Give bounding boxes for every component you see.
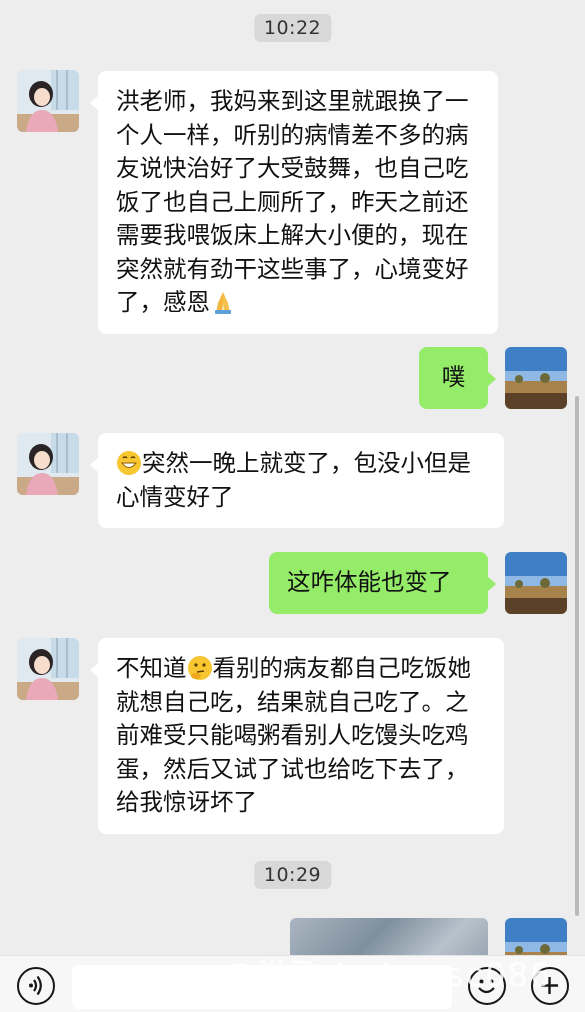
my-avatar-image: [505, 552, 567, 614]
contact-avatar-image: [17, 638, 79, 700]
grinning-face-emoji: [116, 450, 142, 476]
my-avatar[interactable]: [505, 347, 567, 409]
message-text: 洪老师，我妈来到这里就跟换了一个人一样，听别的病情差不多的病友说快治好了大受鼓舞…: [116, 87, 469, 316]
message-text: 噗: [441, 363, 466, 391]
voice-icon[interactable]: [17, 967, 55, 1005]
message-bubble[interactable]: 突然一晚上就变了，包没小但是心情变好了: [90, 433, 504, 528]
contact-avatar[interactable]: [17, 70, 79, 132]
scrollbar[interactable]: [575, 396, 579, 916]
timestamp: 10:29: [253, 861, 332, 889]
contact-avatar-image: [17, 433, 79, 495]
message-text: 突然一晚上就变了，包没小但是心情变好了: [116, 449, 471, 511]
chat-area[interactable]: 10:22 洪老师，我妈来到这里就跟换了一个人一样，听别的病情差不多的病友说快治…: [0, 0, 585, 955]
my-avatar[interactable]: [505, 552, 567, 614]
contact-avatar[interactable]: [17, 433, 79, 495]
message-bubble[interactable]: 噗: [419, 347, 496, 409]
message-bubble[interactable]: 不知道 看别的病友都自己吃饭她就想自己吃，结果就自己吃了。之前难受只能喝粥看别人吃…: [90, 638, 504, 834]
contact-avatar-image: [17, 70, 79, 132]
message-bubble[interactable]: 这咋体能也变了: [269, 552, 496, 614]
contact-avatar[interactable]: [17, 638, 79, 700]
my-avatar-image: [505, 347, 567, 409]
timestamp: 10:22: [253, 14, 332, 42]
thinking-face-emoji: [187, 655, 213, 681]
message-bubble[interactable]: 洪老师，我妈来到这里就跟换了一个人一样，听别的病情差不多的病友说快治好了大受鼓舞…: [90, 71, 498, 334]
watermark: @洪飞 in baosc086: [222, 956, 553, 994]
folded-hands-emoji: [210, 289, 236, 315]
message-text: 这咋体能也变了: [287, 568, 452, 596]
message-text: 不知道: [116, 654, 187, 682]
